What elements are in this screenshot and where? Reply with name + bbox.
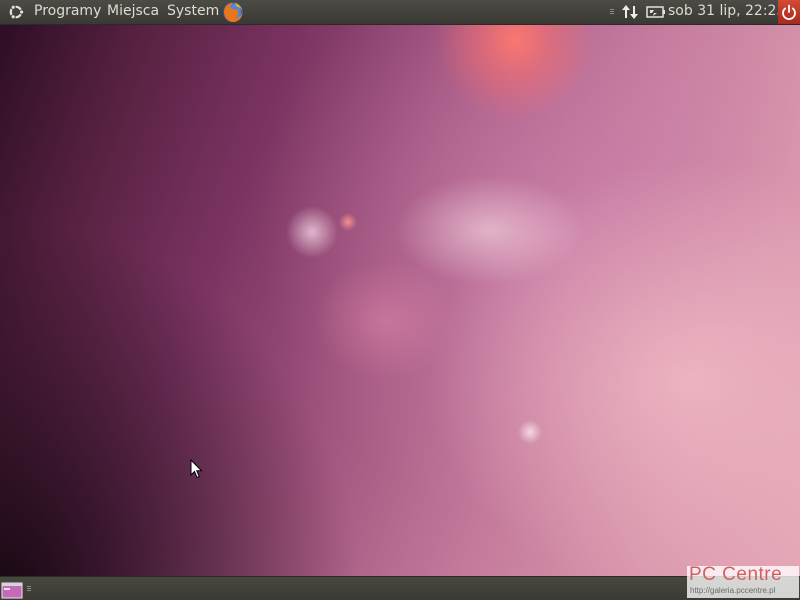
top-panel: Programy Miejsca System sob 31 lip, 22:2… <box>0 0 800 25</box>
panel-handle-icon[interactable] <box>26 577 32 600</box>
network-transfer-icon[interactable] <box>620 0 640 24</box>
desktop-wallpaper[interactable] <box>0 0 800 600</box>
watermark: PC Centre http://galeria.pccentre.pl <box>687 566 799 598</box>
watermark-title: PC Centre <box>689 566 783 585</box>
bottom-panel <box>0 576 800 600</box>
firefox-icon[interactable] <box>221 0 245 24</box>
applications-menu[interactable]: Programy <box>34 0 101 24</box>
panel-handle-icon[interactable] <box>609 0 615 24</box>
mouse-cursor-icon <box>190 458 204 479</box>
system-menu[interactable]: System <box>167 0 219 24</box>
ubuntu-logo-icon[interactable] <box>6 0 26 24</box>
show-desktop-icon[interactable] <box>1 577 23 600</box>
clock[interactable]: sob 31 lip, 22:23 <box>668 0 785 24</box>
watermark-url: http://galeria.pccentre.pl <box>690 586 776 595</box>
battery-icon[interactable] <box>645 0 667 24</box>
power-icon[interactable] <box>778 0 800 24</box>
places-menu[interactable]: Miejsca <box>107 0 159 24</box>
screen: Programy Miejsca System sob 31 lip, 22:2… <box>0 0 800 600</box>
